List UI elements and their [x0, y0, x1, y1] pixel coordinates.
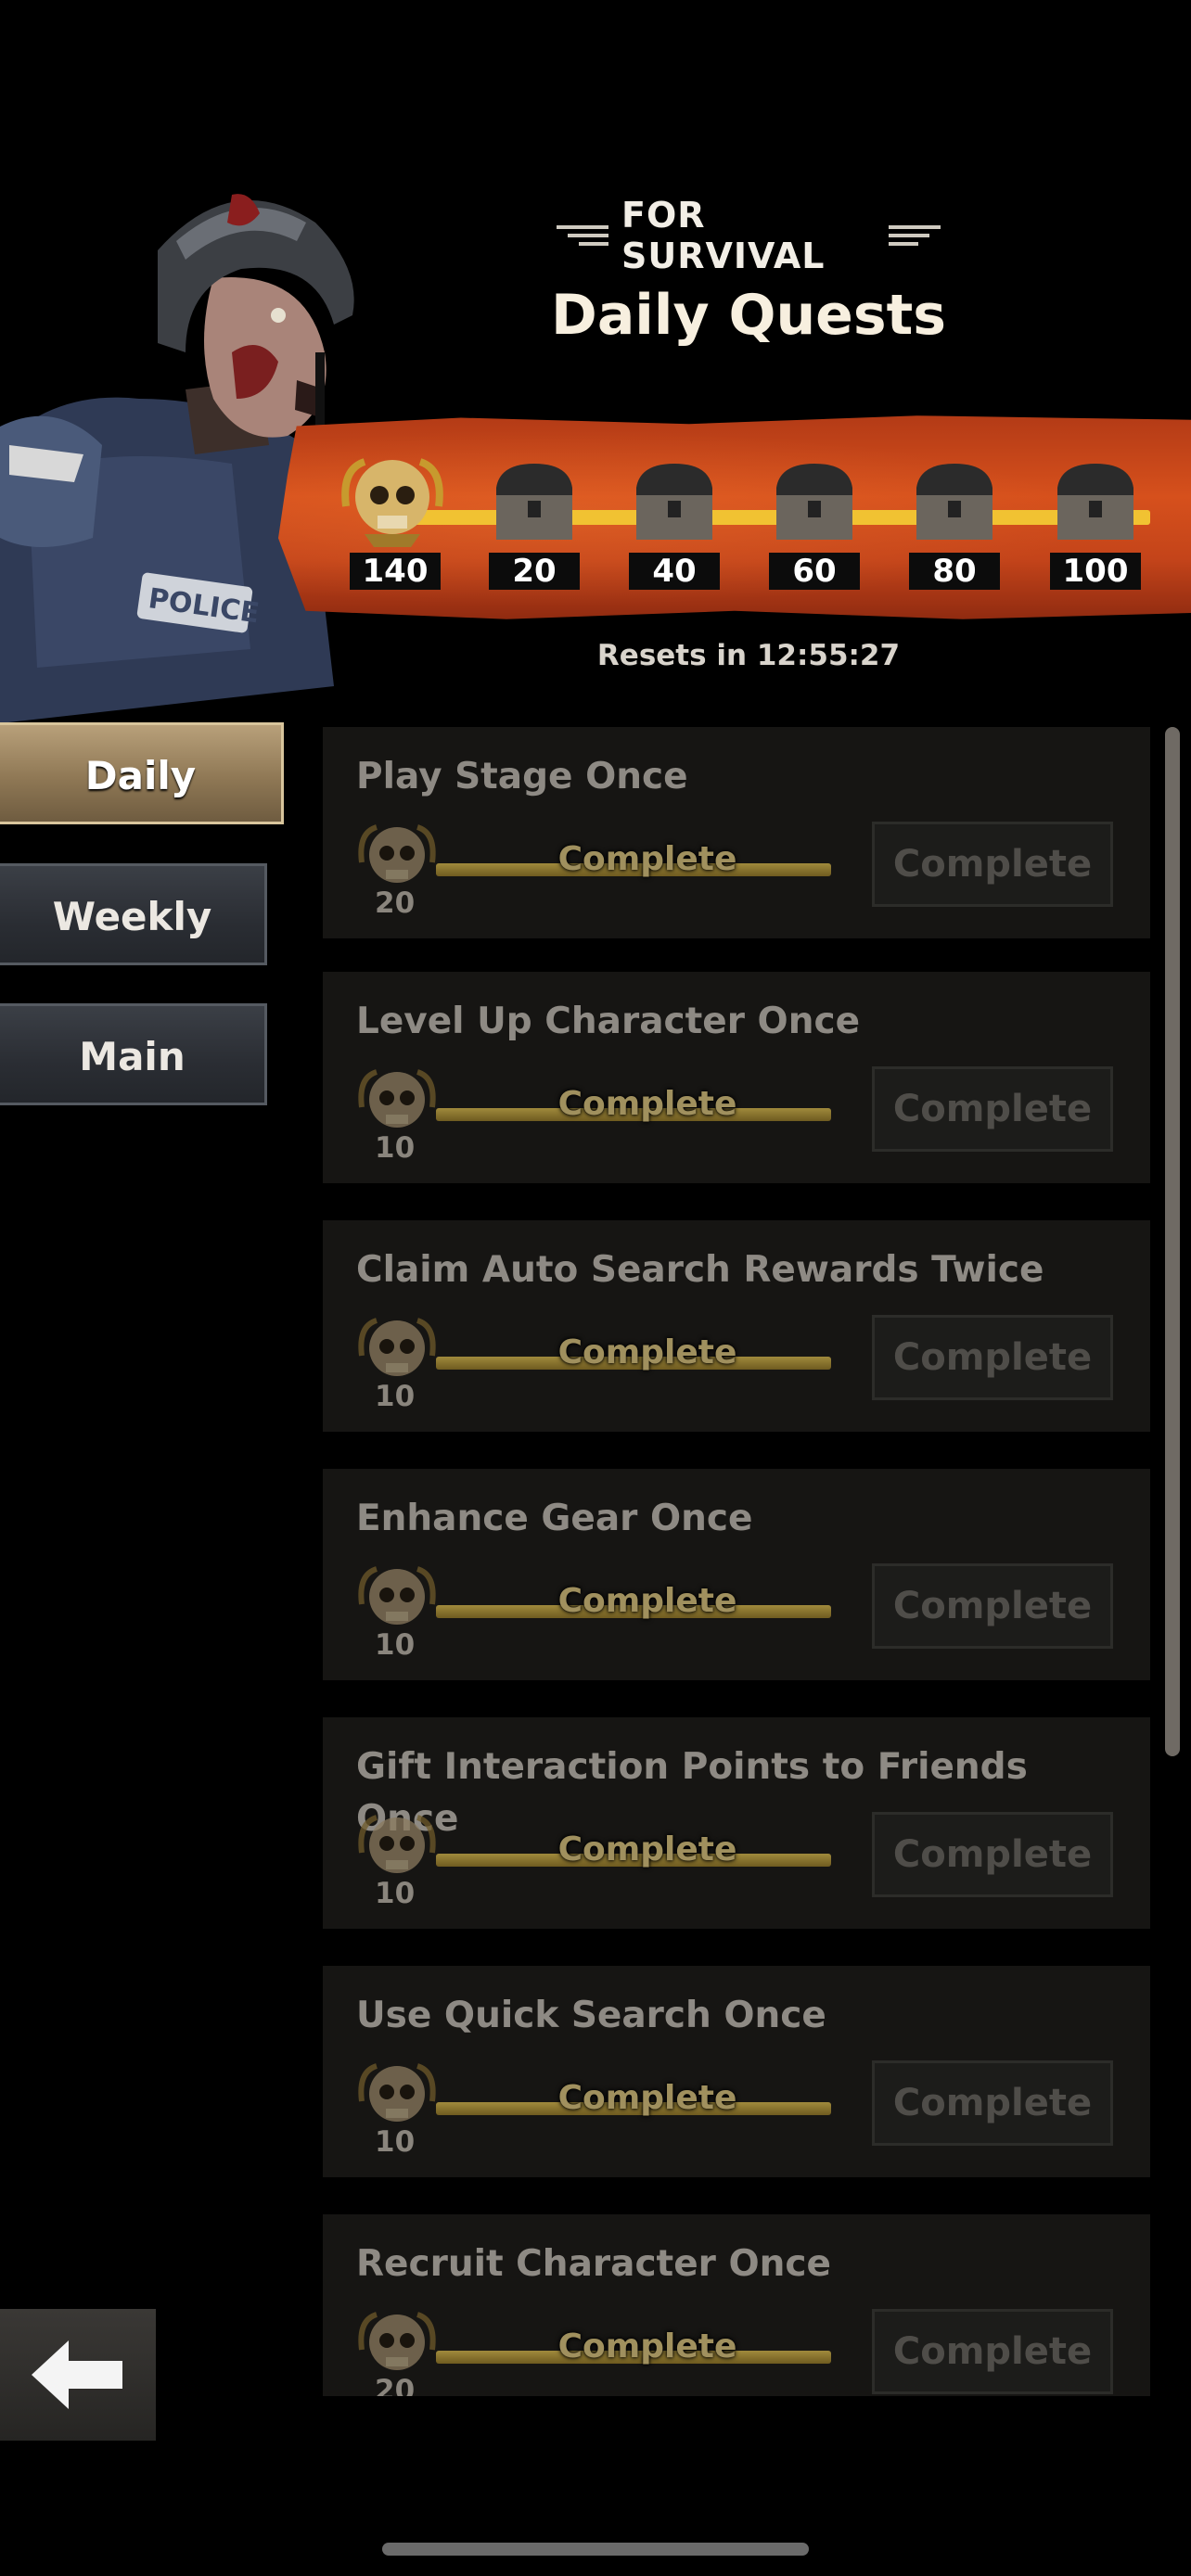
- milestone-value: 100: [1050, 553, 1141, 590]
- progress-label: Complete: [557, 1085, 737, 1123]
- tab-main[interactable]: Main: [0, 1003, 267, 1105]
- quest-item: Gift Interaction Points to Friends Once …: [323, 1717, 1150, 1929]
- reward-amount: 20: [375, 2374, 416, 2396]
- reward-amount: 10: [375, 2125, 416, 2159]
- progress-label: Complete: [557, 840, 737, 878]
- complete-button[interactable]: Complete: [872, 1315, 1113, 1400]
- chest-icon: [916, 464, 992, 540]
- chest-icon: [1057, 464, 1133, 540]
- left-decoration-lines: [557, 225, 608, 246]
- complete-button[interactable]: Complete: [872, 822, 1113, 907]
- milestone-value: 60: [769, 553, 860, 590]
- quest-item: Recruit Character Once 20 Complete Compl…: [323, 2214, 1150, 2396]
- quest-item: Level Up Character Once 10 Complete Comp…: [323, 972, 1150, 1183]
- reward-amount: 10: [375, 1877, 416, 1910]
- complete-button[interactable]: Complete: [872, 1066, 1113, 1152]
- quest-list-scrollbar[interactable]: [1165, 727, 1180, 1756]
- reward-amount: 20: [375, 886, 416, 920]
- subtitle: FOR SURVIVAL: [557, 195, 941, 276]
- milestone-value: 40: [629, 553, 720, 590]
- progress-label: Complete: [557, 1582, 737, 1620]
- milestone-60[interactable]: 60: [763, 451, 865, 590]
- current-points-value: 140: [350, 553, 441, 590]
- complete-button[interactable]: Complete: [872, 2060, 1113, 2146]
- subtitle-text: FOR SURVIVAL: [621, 195, 826, 276]
- quest-title: Recruit Character Once: [356, 2243, 831, 2285]
- quest-title: Claim Auto Search Rewards Twice: [356, 1249, 1044, 1291]
- quest-item: Claim Auto Search Rewards Twice 10 Compl…: [323, 1220, 1150, 1432]
- milestone-100[interactable]: 100: [1044, 451, 1146, 590]
- quest-title: Enhance Gear Once: [356, 1498, 753, 1539]
- complete-button[interactable]: Complete: [872, 1812, 1113, 1897]
- milestone-20[interactable]: 20: [483, 451, 585, 590]
- quest-title: Level Up Character Once: [356, 1001, 861, 1042]
- progress-label: Complete: [557, 2327, 737, 2366]
- milestone-40[interactable]: 40: [623, 451, 725, 590]
- quest-title: Use Quick Search Once: [356, 1995, 826, 2036]
- quest-item: Play Stage Once 20 Complete Complete: [323, 727, 1150, 938]
- chest-icon: [496, 464, 572, 540]
- home-indicator[interactable]: [382, 2543, 809, 2556]
- quest-title: Gift Interaction Points to Friends Once: [356, 1746, 1028, 1840]
- reward-amount: 10: [375, 1380, 416, 1413]
- chest-icon: [776, 464, 852, 540]
- complete-button[interactable]: Complete: [872, 1563, 1113, 1649]
- milestone-80[interactable]: 80: [903, 451, 1005, 590]
- tab-daily[interactable]: Daily: [0, 722, 284, 824]
- reset-timer: Resets in 12:55:27: [596, 639, 901, 672]
- chest-icon: [636, 464, 712, 540]
- quest-item: Use Quick Search Once 10 Complete Comple…: [323, 1966, 1150, 2177]
- quest-title: Play Stage Once: [356, 756, 688, 797]
- progress-label: Complete: [557, 1830, 737, 1868]
- milestone-value: 80: [909, 553, 1000, 590]
- tab-weekly[interactable]: Weekly: [0, 863, 267, 965]
- complete-button[interactable]: Complete: [872, 2309, 1113, 2394]
- page-title: Daily Quests: [551, 283, 946, 348]
- reward-amount: 10: [375, 1131, 416, 1165]
- back-arrow-icon: [32, 2340, 122, 2409]
- reward-amount: 10: [375, 1628, 416, 1662]
- right-decoration-lines: [889, 225, 941, 246]
- skull-medal-icon: [341, 458, 443, 547]
- current-points-marker: 140: [341, 451, 446, 590]
- milestone-value: 20: [489, 553, 580, 590]
- back-button[interactable]: [0, 2309, 156, 2441]
- quest-list[interactable]: Play Stage Once 20 Complete Complete Lev…: [323, 727, 1150, 2396]
- quest-item: Enhance Gear Once 10 Complete Complete: [323, 1469, 1150, 1680]
- progress-label: Complete: [557, 1333, 737, 1371]
- progress-label: Complete: [557, 2079, 737, 2117]
